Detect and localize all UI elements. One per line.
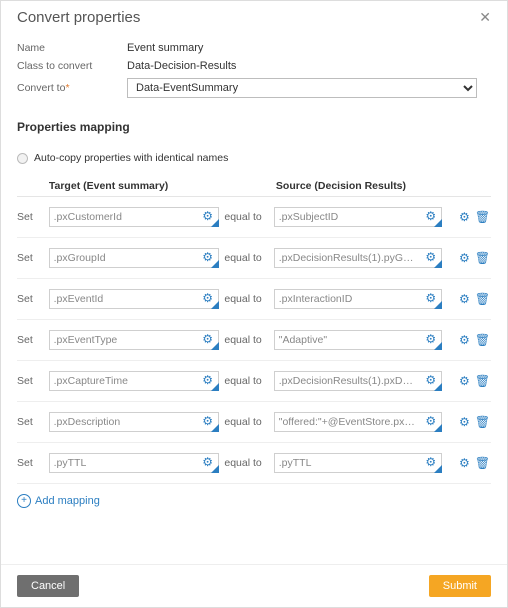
mapping-header: Target (Event summary) Source (Decision … <box>17 176 491 197</box>
properties-mapping-heading: Properties mapping <box>17 120 491 134</box>
settings-icon[interactable]: ⚙ <box>457 251 471 265</box>
source-input[interactable] <box>274 371 442 391</box>
autocopy-row[interactable]: Auto-copy properties with identical name… <box>17 152 491 164</box>
mapping-row: Set ⚙ equal to ⚙ ⚙ 🗑 <box>17 279 491 320</box>
set-label: Set <box>17 252 45 264</box>
name-value: Event summary <box>127 42 203 54</box>
autocopy-checkbox[interactable] <box>17 153 28 164</box>
mapping-row: Set ⚙ equal to ⚙ ⚙ 🗑 <box>17 238 491 279</box>
source-input[interactable] <box>274 412 442 432</box>
set-label: Set <box>17 293 45 305</box>
settings-icon[interactable]: ⚙ <box>457 456 471 470</box>
convert-properties-dialog: Convert properties ✕ Name Event summary … <box>0 0 508 608</box>
gear-icon[interactable]: ⚙ <box>424 373 438 387</box>
gear-icon[interactable]: ⚙ <box>201 250 215 264</box>
equal-label: equal to <box>224 211 261 223</box>
titlebar: Convert properties ✕ <box>1 1 507 30</box>
gear-icon[interactable]: ⚙ <box>424 414 438 428</box>
settings-icon[interactable]: ⚙ <box>457 210 471 224</box>
gear-icon[interactable]: ⚙ <box>424 209 438 223</box>
cancel-button[interactable]: Cancel <box>17 575 79 597</box>
gear-icon[interactable]: ⚙ <box>201 332 215 346</box>
convertto-label-text: Convert to <box>17 82 65 94</box>
set-label: Set <box>17 457 45 469</box>
settings-icon[interactable]: ⚙ <box>457 292 471 306</box>
target-input[interactable] <box>49 207 219 227</box>
settings-icon[interactable]: ⚙ <box>457 333 471 347</box>
delete-icon[interactable]: 🗑 <box>475 210 489 224</box>
delete-icon[interactable]: 🗑 <box>475 251 489 265</box>
gear-icon[interactable]: ⚙ <box>201 373 215 387</box>
equal-label: equal to <box>224 252 261 264</box>
class-value: Data-Decision-Results <box>127 60 236 72</box>
gear-icon[interactable]: ⚙ <box>424 291 438 305</box>
settings-icon[interactable]: ⚙ <box>457 415 471 429</box>
target-input[interactable] <box>49 330 219 350</box>
set-label: Set <box>17 211 45 223</box>
delete-icon[interactable]: 🗑 <box>475 374 489 388</box>
target-input[interactable] <box>49 412 219 432</box>
dialog-footer: Cancel Submit <box>1 564 507 607</box>
target-header: Target (Event summary) <box>45 180 226 192</box>
gear-icon[interactable]: ⚙ <box>201 209 215 223</box>
plus-icon: + <box>17 494 31 508</box>
class-label: Class to convert <box>17 60 127 72</box>
mapping-row: Set ⚙ equal to ⚙ ⚙ 🗑 <box>17 402 491 443</box>
gear-icon[interactable]: ⚙ <box>424 332 438 346</box>
field-class-to-convert: Class to convert Data-Decision-Results <box>17 60 491 72</box>
add-mapping-label: Add mapping <box>35 495 100 507</box>
equal-label: equal to <box>224 375 261 387</box>
delete-icon[interactable]: 🗑 <box>475 456 489 470</box>
add-mapping-button[interactable]: + Add mapping <box>17 494 100 508</box>
gear-icon[interactable]: ⚙ <box>201 414 215 428</box>
name-label: Name <box>17 42 127 54</box>
mapping-row: Set ⚙ equal to ⚙ ⚙ 🗑 <box>17 361 491 402</box>
set-label: Set <box>17 416 45 428</box>
source-input[interactable] <box>274 207 442 227</box>
mapping-row: Set ⚙ equal to ⚙ ⚙ 🗑 <box>17 320 491 361</box>
field-name: Name Event summary <box>17 42 491 54</box>
field-convert-to: Convert to* Data-EventSummary <box>17 78 491 98</box>
gear-icon[interactable]: ⚙ <box>201 291 215 305</box>
source-input[interactable] <box>274 453 442 473</box>
required-asterisk: * <box>65 82 69 94</box>
gear-icon[interactable]: ⚙ <box>424 455 438 469</box>
source-input[interactable] <box>274 248 442 268</box>
convertto-select[interactable]: Data-EventSummary <box>127 78 477 98</box>
source-header: Source (Decision Results) <box>276 180 457 192</box>
settings-icon[interactable]: ⚙ <box>457 374 471 388</box>
target-input[interactable] <box>49 248 219 268</box>
set-label: Set <box>17 334 45 346</box>
equal-label: equal to <box>224 416 261 428</box>
target-input[interactable] <box>49 289 219 309</box>
target-input[interactable] <box>49 453 219 473</box>
gear-icon[interactable]: ⚙ <box>424 250 438 264</box>
delete-icon[interactable]: 🗑 <box>475 292 489 306</box>
submit-button[interactable]: Submit <box>429 575 491 597</box>
equal-label: equal to <box>224 293 261 305</box>
gear-icon[interactable]: ⚙ <box>201 455 215 469</box>
equal-label: equal to <box>224 457 261 469</box>
mapping-row: Set ⚙ equal to ⚙ ⚙ 🗑 <box>17 443 491 484</box>
delete-icon[interactable]: 🗑 <box>475 333 489 347</box>
autocopy-label: Auto-copy properties with identical name… <box>34 152 228 164</box>
delete-icon[interactable]: 🗑 <box>475 415 489 429</box>
close-icon[interactable]: ✕ <box>479 9 491 26</box>
convertto-label: Convert to* <box>17 82 127 94</box>
dialog-body: Name Event summary Class to convert Data… <box>1 30 507 564</box>
source-input[interactable] <box>274 330 442 350</box>
mapping-rows: Set ⚙ equal to ⚙ ⚙ 🗑 Set ⚙ equal to ⚙ ⚙ 🗑 Set ⚙ equal … <box>17 197 491 484</box>
set-label: Set <box>17 375 45 387</box>
mapping-row: Set ⚙ equal to ⚙ ⚙ 🗑 <box>17 197 491 238</box>
target-input[interactable] <box>49 371 219 391</box>
dialog-title: Convert properties <box>17 9 140 26</box>
equal-label: equal to <box>224 334 261 346</box>
source-input[interactable] <box>274 289 442 309</box>
